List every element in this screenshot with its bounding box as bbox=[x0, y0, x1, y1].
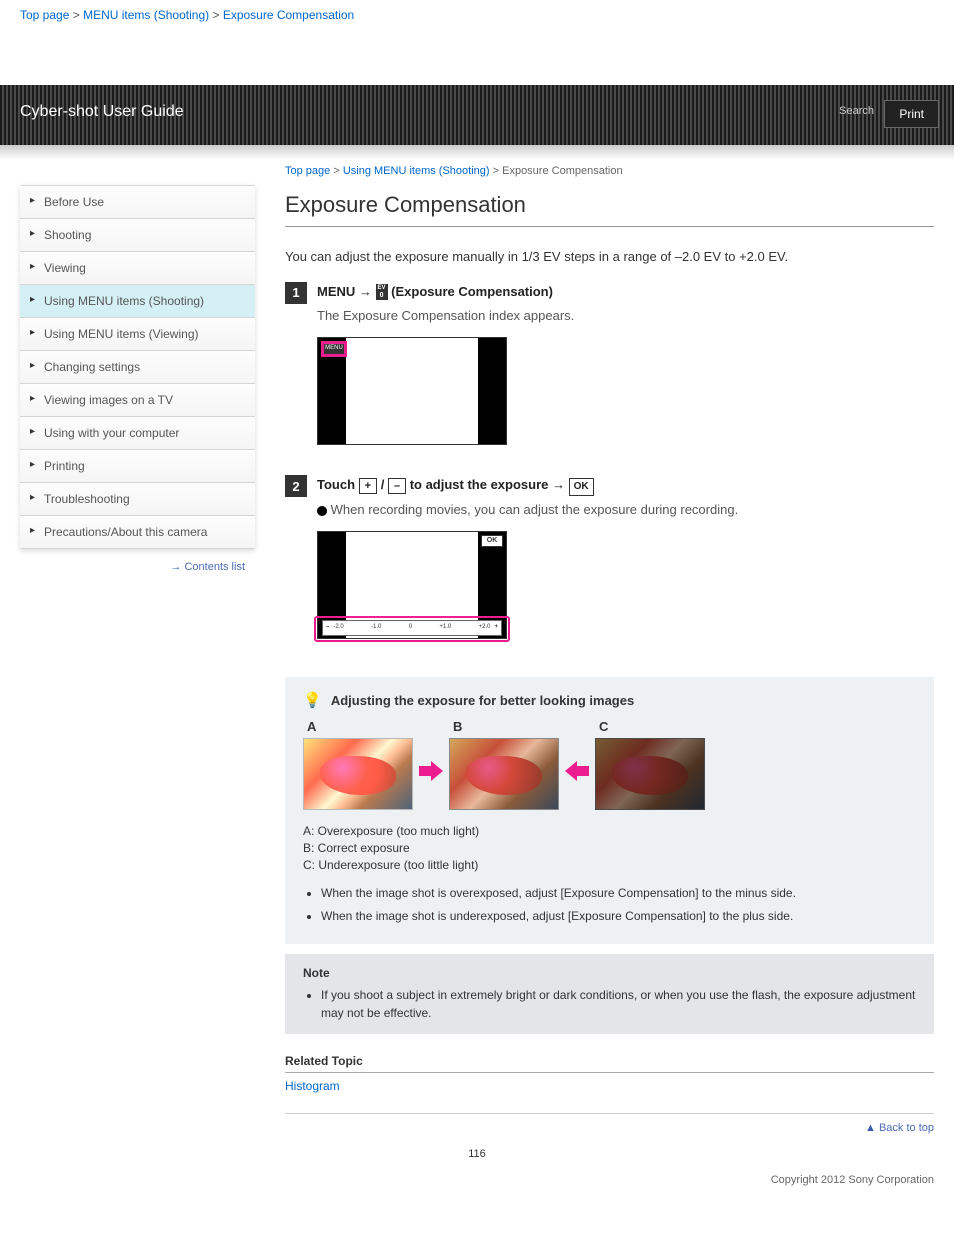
main-content: Top page > Using MENU items (Shooting) >… bbox=[285, 145, 934, 1142]
sidebar-item-menu-viewing[interactable]: Using MENU items (Viewing) bbox=[20, 317, 255, 350]
header-band: Cyber-shot User Guide Search Print bbox=[0, 85, 954, 145]
intro-text: You can adjust the exposure manually in … bbox=[285, 247, 934, 267]
step2-prefix: Touch bbox=[317, 477, 355, 492]
camera-ui-screenshot-2: OK – -2.0-1.00+1.0+2.0 + bbox=[317, 531, 507, 639]
note-bullet-1: If you shoot a subject in extremely brig… bbox=[321, 986, 916, 1022]
print-button[interactable]: Print bbox=[884, 100, 939, 128]
top-nav-links: Top page > MENU items (Shooting) > Expos… bbox=[0, 0, 954, 30]
sidebar-item-precautions[interactable]: Precautions/About this camera bbox=[20, 515, 255, 549]
step2-subtext: When recording movies, you can adjust th… bbox=[331, 502, 739, 517]
legend-b: B: Correct exposure bbox=[303, 841, 916, 855]
step-1: 1 MENU → (Exposure Compensation) The Exp… bbox=[285, 282, 934, 456]
step1-menu-label: MENU bbox=[317, 284, 355, 299]
sidebar-item-before-use[interactable]: Before Use bbox=[20, 185, 255, 218]
label-a: A bbox=[303, 719, 413, 734]
breadcrumb-current: Exposure Compensation bbox=[502, 165, 622, 177]
sidebar: Before Use Shooting Viewing Using MENU i… bbox=[20, 185, 255, 1142]
tip-bullet-1: When the image shot is overexposed, adju… bbox=[321, 884, 916, 903]
step2-mid: to adjust the exposure bbox=[410, 477, 549, 492]
plus-button-icon: + bbox=[359, 478, 377, 494]
top-link-home[interactable]: Top page bbox=[20, 8, 69, 22]
related-title: Related Topic bbox=[285, 1054, 934, 1073]
page-title: Exposure Compensation bbox=[285, 192, 934, 227]
breadcrumb: Top page > Using MENU items (Shooting) >… bbox=[285, 165, 934, 177]
note-title: Note bbox=[303, 966, 916, 980]
top-link-section[interactable]: MENU items (Shooting) bbox=[83, 8, 209, 22]
header-title: Cyber-shot User Guide bbox=[20, 103, 184, 121]
tip-box: 💡 Adjusting the exposure for better look… bbox=[285, 677, 934, 944]
ev-icon bbox=[376, 284, 388, 300]
step-number-2: 2 bbox=[285, 475, 307, 497]
sidebar-item-computer[interactable]: Using with your computer bbox=[20, 416, 255, 449]
label-b: B bbox=[449, 719, 559, 734]
sidebar-item-printing[interactable]: Printing bbox=[20, 449, 255, 482]
exposure-examples-row: A B C bbox=[303, 719, 916, 810]
tip-heading: Adjusting the exposure for better lookin… bbox=[331, 693, 634, 708]
sidebar-item-viewing[interactable]: Viewing bbox=[20, 251, 255, 284]
triangle-up-icon: ▲ bbox=[865, 1122, 876, 1134]
ev-slider-bar: – -2.0-1.00+1.0+2.0 + bbox=[322, 620, 502, 636]
pink-arrow-left-icon bbox=[565, 761, 589, 781]
legend-a: A: Overexposure (too much light) bbox=[303, 824, 916, 838]
tip-bullets: When the image shot is overexposed, adju… bbox=[303, 884, 916, 926]
step-2: 2 Touch + / – to adjust the exposure → O… bbox=[285, 475, 934, 657]
sidebar-item-shooting[interactable]: Shooting bbox=[20, 218, 255, 251]
menu-button-highlight: MENU bbox=[322, 342, 346, 356]
pink-arrow-right-icon bbox=[419, 761, 443, 781]
sidebar-item-troubleshooting[interactable]: Troubleshooting bbox=[20, 482, 255, 515]
lightbulb-icon: 💡 bbox=[303, 692, 322, 709]
photo-underexposed bbox=[595, 738, 705, 810]
header-search-label[interactable]: Search bbox=[839, 105, 874, 117]
contents-list-link[interactable]: → Contents list bbox=[20, 561, 255, 573]
breadcrumb-home[interactable]: Top page bbox=[285, 165, 330, 177]
photo-correct bbox=[449, 738, 559, 810]
photo-overexposed bbox=[303, 738, 413, 810]
label-c: C bbox=[595, 719, 705, 734]
breadcrumb-section[interactable]: Using MENU items (Shooting) bbox=[343, 165, 490, 177]
tip-bullet-2: When the image shot is underexposed, adj… bbox=[321, 907, 916, 926]
sidebar-item-changing-settings[interactable]: Changing settings bbox=[20, 350, 255, 383]
note-box: Note If you shoot a subject in extremely… bbox=[285, 954, 934, 1034]
ok-button-ui: OK bbox=[481, 535, 503, 547]
related-topic: Related Topic Histogram bbox=[285, 1054, 934, 1093]
sidebar-item-tv[interactable]: Viewing images on a TV bbox=[20, 383, 255, 416]
step1-subtext: The Exposure Compensation index appears. bbox=[317, 306, 934, 327]
step-number-1: 1 bbox=[285, 282, 307, 304]
related-link-histogram[interactable]: Histogram bbox=[285, 1079, 340, 1093]
arrow-right-icon: → bbox=[359, 284, 372, 299]
legend-c: C: Underexposure (too little light) bbox=[303, 858, 916, 872]
exposure-legend: A: Overexposure (too much light) B: Corr… bbox=[303, 824, 916, 872]
minus-button-icon: – bbox=[388, 478, 406, 494]
sidebar-item-menu-shooting[interactable]: Using MENU items (Shooting) bbox=[20, 284, 255, 317]
ok-button-icon: OK bbox=[569, 478, 594, 496]
camera-ui-screenshot-1: MENU bbox=[317, 337, 507, 445]
footer-copyright: Copyright 2012 Sony Corporation bbox=[0, 1166, 954, 1226]
top-link-page: Exposure Compensation bbox=[223, 8, 354, 22]
record-icon bbox=[317, 506, 327, 516]
step1-desc: (Exposure Compensation) bbox=[391, 284, 553, 299]
page-number: 116 bbox=[0, 1142, 954, 1166]
arrow-right-icon: → bbox=[170, 561, 181, 573]
arrow-right-icon: → bbox=[552, 477, 565, 492]
back-to-top-bottom[interactable]: ▲ Back to top bbox=[285, 1113, 934, 1142]
